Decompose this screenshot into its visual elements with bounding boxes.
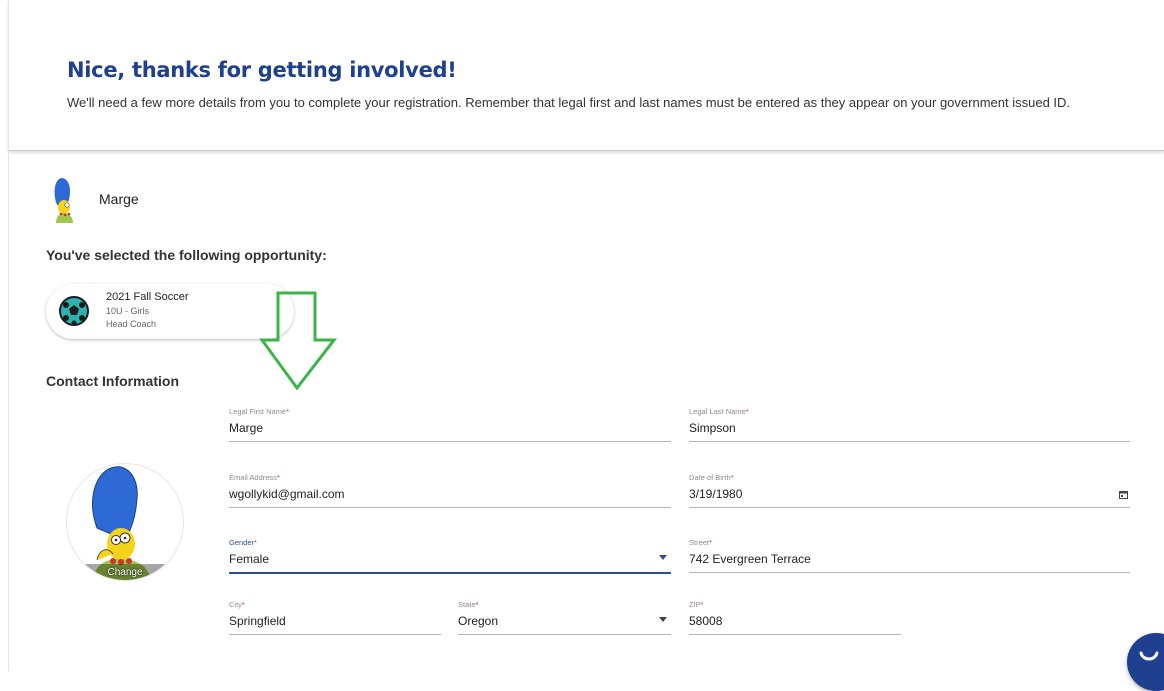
opportunity-heading: You've selected the following opportunit…: [46, 247, 327, 263]
city-field[interactable]: City* Springfield: [229, 600, 441, 635]
annotation-arrow-icon: [259, 291, 337, 391]
required-mark: *: [475, 600, 479, 609]
email-field[interactable]: Email Address* wgollykid@gmail.com: [229, 473, 671, 508]
first-name-field[interactable]: Legal First Name* Marge: [229, 407, 671, 442]
opportunity-title: 2021 Fall Soccer: [106, 291, 189, 303]
street-field[interactable]: Street* 742 Evergreen Terrace: [689, 538, 1130, 573]
first-name-value[interactable]: Marge: [229, 421, 263, 435]
required-mark: *: [286, 407, 290, 416]
city-value[interactable]: Springfield: [229, 614, 286, 628]
street-label: Street: [689, 538, 710, 547]
last-name-label: Legal Last Name: [689, 407, 746, 416]
required-mark: *: [709, 538, 712, 547]
contact-heading: Contact Information: [46, 373, 179, 389]
required-mark: *: [700, 600, 704, 609]
state-value[interactable]: Oregon: [458, 614, 498, 628]
required-mark: *: [241, 600, 245, 609]
state-select[interactable]: State* Oregon: [458, 600, 671, 635]
email-label: Email Address: [229, 473, 277, 482]
dob-label: Date of Birth: [689, 473, 731, 482]
change-photo-button[interactable]: Change: [67, 567, 183, 578]
opportunity-card[interactable]: 2021 Fall Soccer 10U - Girls Head Coach: [46, 284, 294, 339]
required-mark: *: [254, 538, 257, 547]
last-name-field[interactable]: Legal Last Name* Simpson: [689, 407, 1130, 442]
chevron-down-icon[interactable]: [659, 555, 667, 560]
zip-field[interactable]: ZIP* 58008: [689, 600, 901, 635]
chevron-down-icon[interactable]: [659, 617, 667, 622]
state-label: State: [458, 600, 476, 609]
gender-label: Gender: [229, 538, 255, 547]
chat-widget-button[interactable]: [1127, 633, 1164, 691]
email-value[interactable]: wgollykid@gmail.com: [229, 487, 345, 501]
dob-value[interactable]: 3/19/1980: [689, 487, 742, 501]
required-mark: *: [730, 473, 734, 482]
intro-text: We'll need a few more details from you t…: [67, 95, 1071, 110]
zip-label: ZIP: [689, 600, 701, 609]
calendar-icon[interactable]: [1119, 490, 1128, 499]
profile-avatar-image: [67, 464, 183, 580]
first-name-label: Legal First Name: [229, 407, 287, 416]
gender-value[interactable]: Female: [229, 552, 269, 566]
date-of-birth-field[interactable]: Date of Birth* 3/19/1980: [689, 473, 1130, 508]
zip-value[interactable]: 58008: [689, 614, 722, 628]
user-avatar: [54, 178, 73, 223]
opportunity-role: Head Coach: [106, 319, 157, 329]
required-mark: *: [276, 473, 280, 482]
soccer-ball-icon: [59, 296, 89, 326]
street-value[interactable]: 742 Evergreen Terrace: [689, 552, 811, 566]
page-title: Nice, thanks for getting involved!: [67, 58, 457, 82]
user-name: Marge: [99, 191, 139, 207]
city-label: City: [229, 600, 242, 609]
opportunity-division: 10U - Girls: [106, 306, 150, 316]
content-divider: [8, 150, 9, 671]
last-name-value[interactable]: Simpson: [689, 421, 736, 435]
profile-photo[interactable]: Change: [66, 463, 184, 581]
required-mark: *: [745, 407, 749, 416]
gender-select[interactable]: Gender* Female: [229, 538, 671, 574]
